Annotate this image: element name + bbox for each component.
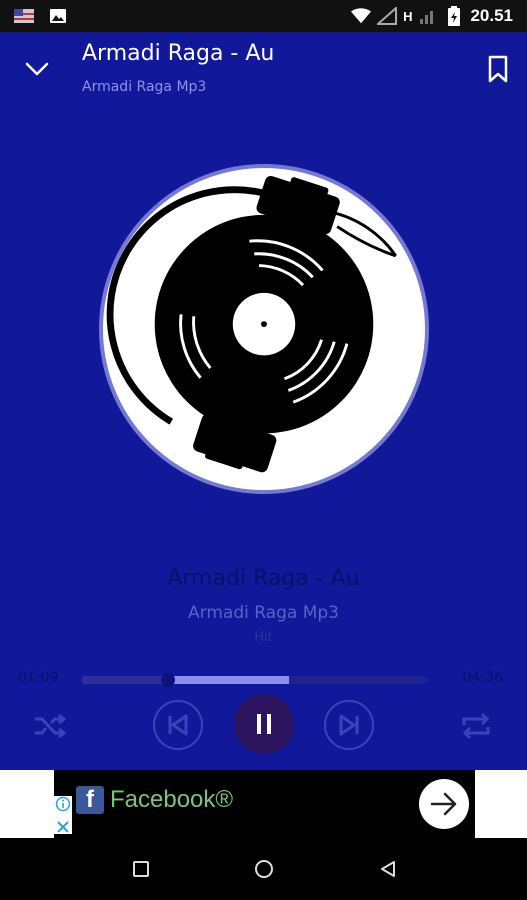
total-time: 04:36 — [462, 670, 503, 686]
ad-content[interactable]: f Facebook® — [54, 770, 475, 838]
close-icon[interactable] — [56, 820, 70, 834]
ad-brand: f Facebook® — [76, 786, 233, 814]
seekbar[interactable] — [82, 676, 427, 684]
album-art — [99, 164, 429, 494]
signal-empty-icon — [377, 7, 398, 25]
status-bar: H 20.51 — [0, 0, 527, 32]
header-subtitle: Armadi Raga Mp3 — [82, 79, 207, 95]
shuffle-icon — [35, 713, 67, 739]
song-title: Armadi Raga - Au — [167, 566, 360, 591]
image-icon — [48, 7, 68, 25]
ad-banner[interactable]: f Facebook® — [0, 770, 527, 838]
play-pause-button[interactable] — [234, 694, 294, 754]
back-triangle-icon — [381, 861, 395, 877]
pause-icon — [257, 714, 271, 734]
collapse-button[interactable] — [22, 54, 52, 84]
clock: 20.51 — [470, 6, 513, 25]
system-nav-bar — [0, 838, 527, 900]
arrow-right-icon — [430, 792, 457, 816]
back-button[interactable] — [373, 854, 403, 884]
bookmark-button[interactable] — [485, 54, 511, 84]
network-type: H — [403, 8, 413, 24]
chevron-down-icon — [25, 62, 49, 76]
seekbar-played — [82, 676, 169, 684]
seekbar-thumb[interactable] — [161, 673, 176, 687]
signal-icon — [418, 7, 438, 25]
vinyl-turntable-icon — [106, 175, 397, 473]
facebook-logo-icon: f — [76, 786, 104, 814]
song-artist: Armadi Raga Mp3 — [188, 603, 339, 623]
recents-square-icon — [133, 861, 149, 877]
next-button[interactable] — [324, 700, 374, 750]
playback-controls — [0, 692, 527, 756]
recents-button[interactable] — [126, 854, 156, 884]
ad-cta-button[interactable] — [419, 779, 469, 829]
ad-brand-name: Facebook® — [110, 786, 234, 813]
previous-button[interactable] — [153, 700, 203, 750]
skip-next-icon — [339, 714, 359, 736]
flag-icon — [14, 7, 34, 25]
battery-icon — [444, 6, 464, 26]
skip-previous-icon — [168, 714, 188, 736]
header-title: Armadi Raga - Au — [82, 41, 275, 66]
repeat-button[interactable] — [456, 706, 496, 746]
player-header: Armadi Raga - Au Armadi Raga Mp3 — [0, 32, 527, 112]
info-icon — [55, 796, 71, 812]
wifi-icon — [351, 7, 372, 25]
bookmark-icon — [488, 55, 508, 83]
player-screen: Armadi Raga - Au Armadi Raga Mp3 Armadi … — [0, 32, 527, 770]
current-time: 01:09 — [18, 670, 59, 686]
shuffle-button[interactable] — [30, 706, 70, 746]
home-circle-icon — [255, 860, 273, 878]
ad-choices[interactable] — [54, 796, 72, 834]
repeat-icon — [462, 712, 490, 740]
home-button[interactable] — [249, 854, 279, 884]
song-extra-label: Hit — [254, 630, 273, 645]
